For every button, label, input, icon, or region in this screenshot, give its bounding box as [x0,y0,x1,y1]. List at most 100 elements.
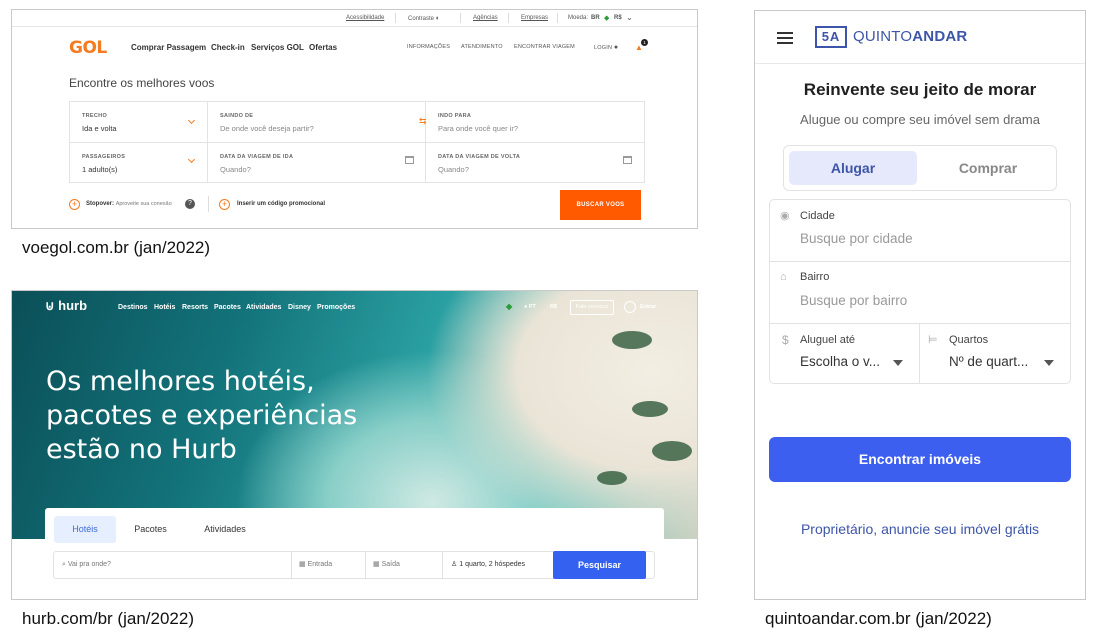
palm-tree-image [597,471,627,485]
tab-atividades[interactable]: Atividades [190,516,260,543]
owner-advertise-link[interactable]: Proprietário, anuncie seu imóvel grátis [755,521,1085,537]
checkin-input[interactable]: ▦ Entrada [292,552,366,578]
hero-headline: Os melhores hotéis, pacotes e experiênci… [46,365,357,467]
contrast-label: Contraste [408,16,435,22]
currency-selector[interactable]: R$ [550,304,557,310]
qa-header: 5A QUINTOANDAR [755,11,1085,64]
guests-selector[interactable]: ♙ 1 quarto, 2 hóspedes [443,552,553,578]
gol-logo[interactable]: GOL [69,38,107,58]
chevron-down-icon[interactable]: ⌄ [626,13,633,22]
return-date-field[interactable]: DATA DA VIAGEM DE VOLTA Quando? [426,143,645,183]
find-properties-button[interactable]: Encontrar imóveis [769,437,1071,482]
nav-resorts[interactable]: Resorts [182,304,208,311]
checkin-placeholder: Entrada [307,561,333,568]
checkout-input[interactable]: ▦ Saída [366,552,443,578]
hamburger-menu-icon[interactable] [777,32,793,34]
nav-atendimento[interactable]: ATENDIMENTO [461,44,503,50]
notification-badge: 1 [641,39,648,46]
language-selector[interactable]: ● PT [524,304,536,310]
login-label: LOGIN [594,45,613,51]
city-label: Cidade [800,210,835,222]
user-icon: ● [613,44,619,51]
search-button[interactable]: Pesquisar [553,551,646,579]
bedrooms-select[interactable]: ⊨ Quartos Nº de quart... [920,324,1070,384]
nav-pacotes[interactable]: Pacotes [214,304,241,311]
destination-label: INDO PARA [438,113,472,119]
checkout-placeholder: Saída [381,561,400,568]
currency-country[interactable]: BR [591,15,600,21]
dollar-icon: $ [782,333,789,347]
nav-informacoes[interactable]: INFORMAÇÕES [407,44,450,50]
nav-encontrar-viagem[interactable]: ENCONTRAR VIAGEM [514,44,575,50]
nav-ofertas[interactable]: Ofertas [309,43,337,52]
toggle-alugar[interactable]: Alugar [789,151,917,185]
neighborhood-field[interactable]: ⌂ Bairro Busque por bairro [770,262,1070,324]
tab-pacotes[interactable]: Pacotes [123,516,178,543]
search-panel: Hotéis Pacotes Atividades ⌕ Vai pra onde… [45,508,664,588]
toggle-comprar[interactable]: Comprar [924,151,1052,185]
return-date-placeholder: Quando? [438,165,469,174]
departure-date-field[interactable]: DATA DA VIAGEM DE IDA Quando? [208,143,426,183]
neighborhood-placeholder: Busque por bairro [800,293,908,308]
qa-logo-text[interactable]: QUINTOANDAR [853,28,967,45]
nav-comprar-passagem[interactable]: Comprar Passagem [131,43,206,52]
tab-hoteis[interactable]: Hotéis [54,516,116,543]
trip-type-select[interactable]: TRECHO Ida e volta [70,102,208,143]
stopover-option[interactable]: Stopover: Aproveite sua conexão [86,201,172,207]
nav-destinos[interactable]: Destinos [118,304,148,311]
user-icon[interactable] [624,301,636,313]
globe-icon: ● [524,304,528,310]
caption-hurb: hurb.com/br (jan/2022) [22,609,194,628]
companies-link[interactable]: Empresas [521,15,548,21]
origin-placeholder: De onde você deseja partir? [220,124,314,133]
currency-value[interactable]: R$ [614,15,622,21]
origin-field[interactable]: SAINDO DE De onde você deseja partir? [208,102,426,143]
hero-line: Os melhores hotéis, [46,366,315,397]
max-rent-value: Escolha o v... [800,354,881,369]
hurb-logo[interactable]: ⊍ hurb [45,298,87,314]
nav-promocoes[interactable]: Promoções [317,304,355,311]
nav-atividades[interactable]: Atividades [246,304,281,311]
login-link[interactable]: Entrar [640,304,656,310]
bedrooms-value: Nº de quart... [949,354,1029,369]
guests-value: 1 quarto, 2 hóspedes [459,561,526,568]
return-date-label: DATA DA VIAGEM DE VOLTA [438,154,521,160]
stopover-description: Aproveite sua conexão [115,201,172,207]
search-flights-button[interactable]: BUSCAR VOOS [560,190,641,220]
plus-icon[interactable]: + [219,199,230,210]
qa-logo-mark[interactable]: 5A [815,26,847,48]
nav-servicos-gol[interactable]: Serviços GOL [251,43,304,52]
plus-icon[interactable]: + [69,199,80,210]
palm-tree-image [612,331,652,349]
nav-disney[interactable]: Disney [288,304,311,311]
origin-label: SAINDO DE [220,113,254,119]
destination-placeholder: Para onde você quer ir? [438,124,519,133]
login-link[interactable]: LOGIN ● [594,44,618,51]
neighborhood-label: Bairro [800,271,830,283]
accessibility-link[interactable]: Acessibilidade [346,15,384,21]
promo-code-link[interactable]: Inserir um código promocional [237,201,325,207]
palm-tree-image [652,441,692,461]
city-placeholder: Busque por cidade [800,231,913,246]
city-field[interactable]: ◉ Cidade Busque por cidade [770,200,1070,262]
destination-input[interactable]: ⌕ Vai pra onde? [54,552,292,578]
destination-field[interactable]: INDO PARA Para onde você quer ir? [426,102,645,143]
nav-hoteis[interactable]: Hotéis [154,304,175,311]
property-search-form: ◉ Cidade Busque por cidade ⌂ Bairro Busq… [769,199,1071,384]
max-rent-select[interactable]: $ Aluguel até Escolha o v... [770,324,920,384]
gol-screenshot: Acessibilidade Contraste ◐ Agências Empr… [11,9,698,229]
language-label: PT [528,304,536,310]
contrast-toggle[interactable]: Contraste ◐ [408,15,440,22]
page-title: Reinvente seu jeito de morar [803,80,1037,99]
qa-logo-bold: ANDAR [912,28,968,45]
passengers-select[interactable]: PASSAGEIROS 1 adulto(s) [70,143,208,183]
bedrooms-label: Quartos [949,334,989,346]
calendar-icon: ▦ [373,561,380,568]
contact-button[interactable]: Fale conosco [570,300,614,315]
divider [208,196,209,212]
flight-search-form: TRECHO Ida e volta SAINDO DE De onde voc… [69,101,645,183]
nav-check-in[interactable]: Check-in [211,43,245,52]
hurb-logo-text: hurb [58,298,88,313]
help-icon[interactable]: ? [185,199,195,209]
agencies-link[interactable]: Agências [473,15,498,21]
